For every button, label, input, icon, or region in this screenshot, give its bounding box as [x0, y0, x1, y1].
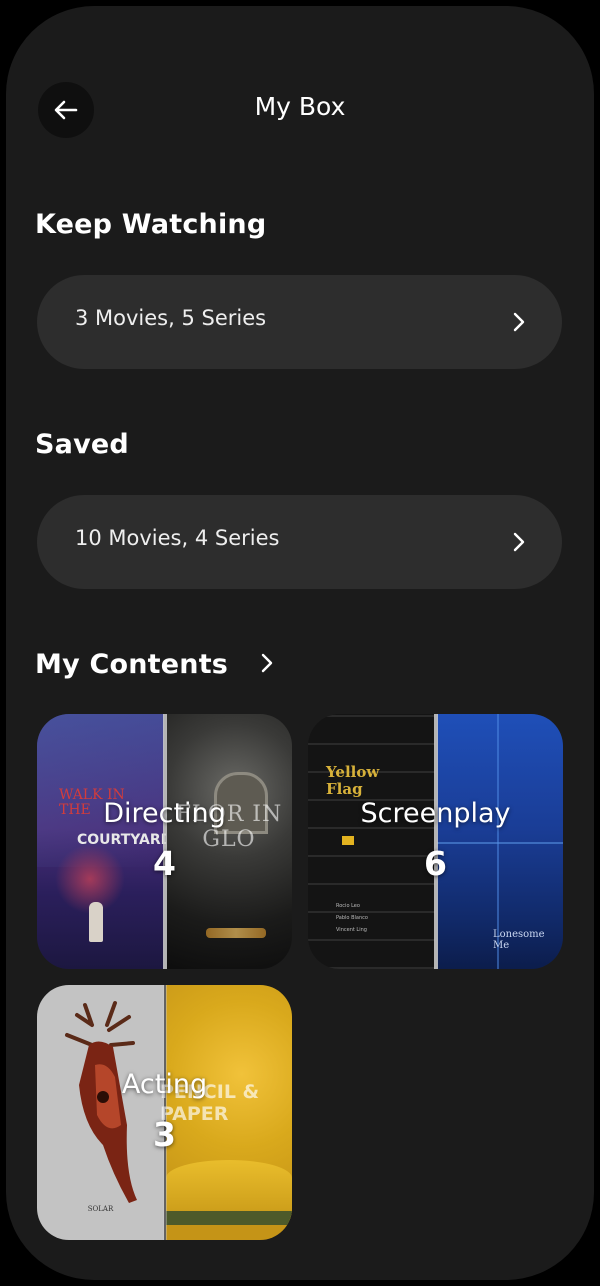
poster-solar: SOLAR [37, 985, 164, 1240]
poster-left-credits: Rocio Leo Pablo Blanco Vincent Ling [336, 903, 368, 933]
poster-left-title: SOLAR [87, 1205, 114, 1213]
poster-pencil-and-paper: PENCIL & PAPER [160, 985, 292, 1240]
acting-card[interactable]: SOLAR PENCIL & PAPER Acting 3 [37, 985, 292, 1240]
card-count: 4 [153, 844, 176, 883]
saved-heading: Saved [35, 429, 129, 460]
directing-card[interactable]: WALK IN THE COURTYARD FLOR IN GLO Direct… [37, 714, 292, 969]
saved-row[interactable]: 10 Movies, 4 Series [37, 495, 562, 589]
page-title: My Box [254, 92, 346, 121]
saved-summary: 10 Movies, 4 Series [75, 526, 280, 550]
poster-walk-in-the-courtyard: WALK IN THE COURTYARD [37, 714, 172, 969]
chevron-right-icon [513, 532, 525, 552]
card-count: 6 [424, 844, 447, 883]
poster-flor-in-glo: FLOR IN GLO [166, 714, 292, 969]
screenplay-card[interactable]: Yellow Flag Rocio Leo Pablo Blanco Vince… [308, 714, 563, 969]
keep-watching-summary: 3 Movies, 5 Series [75, 306, 267, 330]
chevron-right-icon [261, 653, 272, 673]
card-count: 3 [153, 1115, 176, 1154]
card-label: Acting [121, 1069, 208, 1100]
poster-yellow-flag: Yellow Flag Rocio Leo Pablo Blanco Vince… [308, 714, 435, 969]
phone-screen: My Box Keep Watching 3 Movies, 5 Series … [6, 6, 594, 1280]
header: My Box [6, 76, 594, 146]
poster-lonesome-me: Lonesome Me [437, 714, 563, 969]
keep-watching-heading: Keep Watching [35, 209, 267, 240]
chevron-right-icon [513, 312, 525, 332]
my-contents-heading: My Contents [35, 649, 229, 680]
poster-left-title: Yellow Flag [326, 763, 380, 798]
deer-skull-illustration [65, 1001, 137, 1203]
card-label: Screenplay [360, 798, 511, 829]
poster-right-title: Lonesome Me [493, 929, 545, 951]
card-label: Directing [103, 798, 226, 829]
my-contents-link[interactable]: My Contents [35, 649, 274, 680]
keep-watching-row[interactable]: 3 Movies, 5 Series [37, 275, 562, 369]
